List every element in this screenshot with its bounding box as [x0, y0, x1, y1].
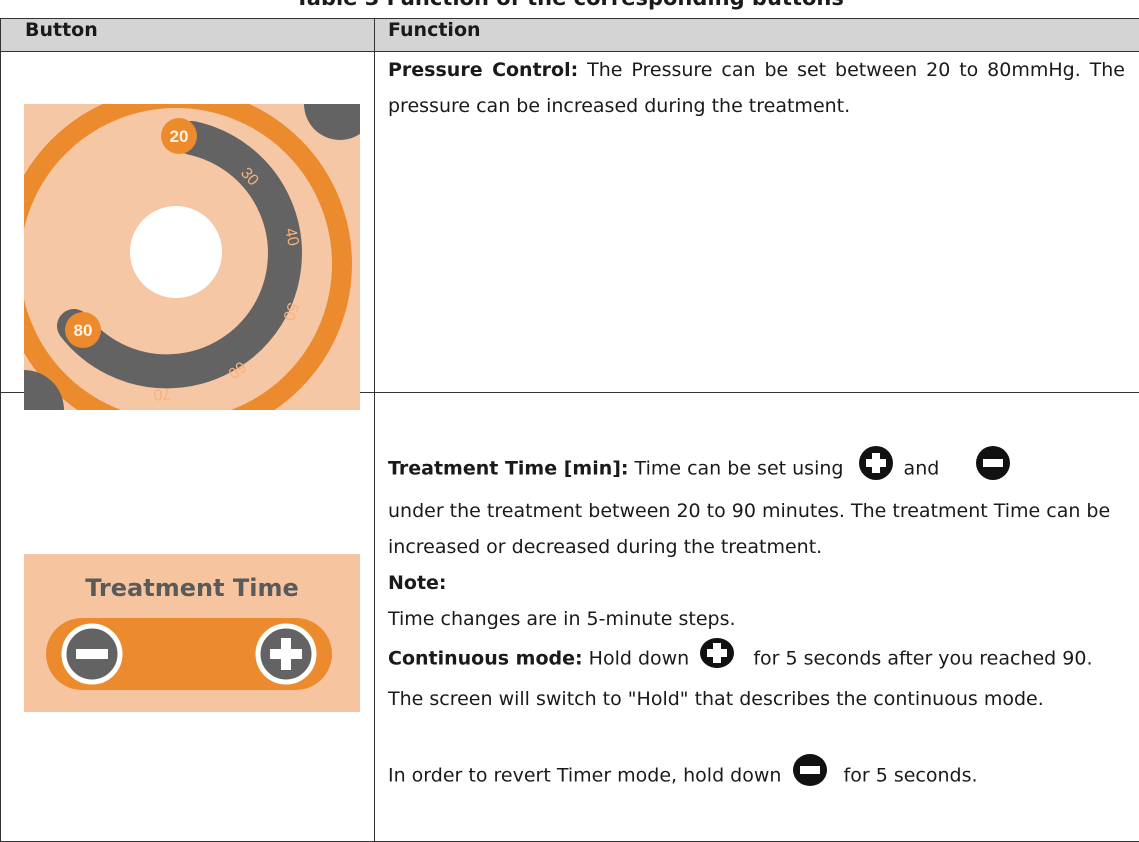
- dial-label-40: 40: [281, 227, 301, 248]
- time-image-cell: Treatment Time: [1, 393, 375, 842]
- table-row: 20 30 40 50 60 70 80 Pressure Control: T…: [1, 52, 1139, 393]
- time-title: Treatment Time [min]:: [388, 458, 629, 480]
- plus-icon: [858, 445, 894, 493]
- table-header-row: Button Function: [1, 19, 1139, 52]
- header-button: Button: [1, 19, 375, 52]
- revert-para: In order to revert Timer mode, hold down…: [388, 753, 1125, 799]
- pressure-image-cell: 20 30 40 50 60 70 80: [1, 52, 375, 393]
- time-description: Treatment Time [min]: Time can be set us…: [375, 393, 1139, 799]
- treatment-time-panel-image: Treatment Time: [24, 554, 360, 712]
- pressure-description-cell: Pressure Control: The Pressure can be se…: [375, 52, 1139, 393]
- dial-label-20: 20: [170, 127, 189, 146]
- pressure-title: Pressure Control:: [388, 59, 578, 81]
- button-function-table: Button Function 20 30 40 50 60: [0, 18, 1139, 842]
- dial-label-80: 80: [74, 321, 93, 340]
- minus-icon: [64, 626, 120, 682]
- table-row: Treatment Time Treatm: [1, 393, 1139, 842]
- minus-icon: [975, 445, 1011, 493]
- continuous-mode-para: Continuous mode: Hold down for 5 seconds…: [388, 637, 1125, 717]
- continuous-mode-title: Continuous mode:: [388, 648, 583, 670]
- caption-text: Table 3 Function of the corresponding bu…: [295, 0, 844, 10]
- minus-icon: [792, 753, 828, 799]
- pressure-dial-image: 20 30 40 50 60 70 80: [24, 104, 360, 410]
- plus-icon: [699, 637, 735, 681]
- time-para-1: Treatment Time [min]: Time can be set us…: [388, 445, 1125, 565]
- pressure-description: Pressure Control: The Pressure can be se…: [375, 52, 1139, 124]
- treatment-time-image-label: Treatment Time: [24, 574, 360, 602]
- note-title: Note:: [388, 565, 1125, 601]
- time-description-cell: Treatment Time [min]: Time can be set us…: [375, 393, 1139, 842]
- header-function: Function: [375, 19, 1139, 52]
- table-caption: Table 3 Function of the corresponding bu…: [0, 0, 1139, 18]
- note-text: Time changes are in 5-minute steps.: [388, 601, 1125, 637]
- plus-icon: [258, 626, 314, 682]
